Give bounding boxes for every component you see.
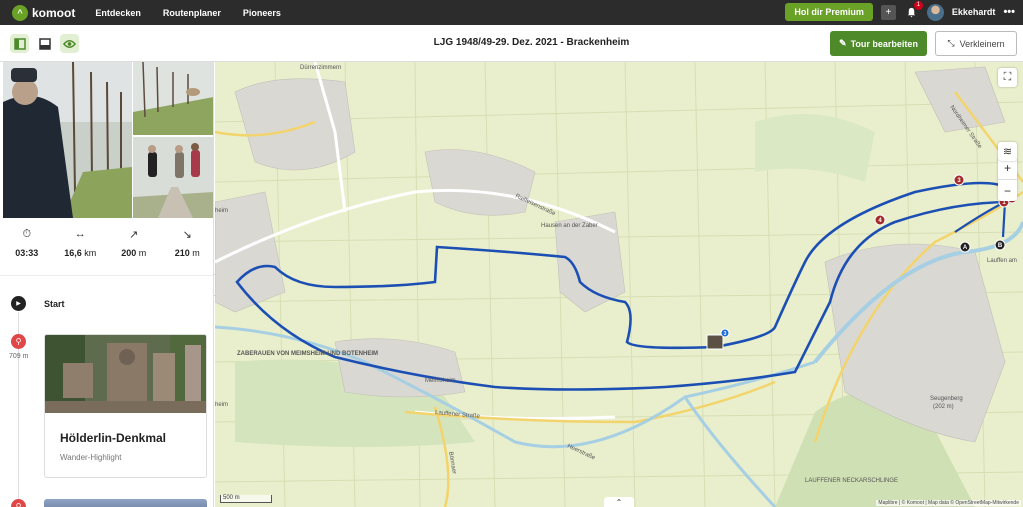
distance-unit: km: [84, 248, 97, 258]
downhill-value: 210: [174, 248, 190, 258]
collapse-arrows-icon: ⤡: [947, 38, 955, 48]
label-lauffen: Lauffen am: [987, 258, 1017, 264]
label-heim-left-2: heim: [215, 402, 228, 408]
notification-bell-icon[interactable]: 1: [904, 0, 923, 20]
downhill-arrow-icon: ↘: [182, 229, 192, 241]
tour-photo-1[interactable]: [3, 62, 132, 218]
highlight-distance: 709 m: [9, 353, 29, 360]
hiker-icon: ⚲: [11, 334, 26, 349]
layers-icon[interactable]: ≋: [998, 142, 1017, 161]
stat-duration: ⏱ 03:33: [2, 228, 52, 258]
edit-tour-button[interactable]: ✎ Tour bearbeiten: [830, 31, 927, 56]
stats-divider: [0, 275, 213, 276]
map-marker-start[interactable]: A: [963, 245, 968, 251]
label-durrenzimmern: Dürrenzimmern: [300, 65, 341, 71]
tour-photo-gallery: [0, 62, 213, 218]
label-meimsheim: Meimsheim: [425, 378, 456, 384]
highlight-title: Hölderlin-Denkmal: [60, 431, 167, 445]
shrink-label: Verkleinern: [959, 38, 1005, 49]
label-hausen: Hausen an der Zaber: [541, 223, 598, 229]
stopwatch-icon: ⏱: [22, 228, 32, 240]
fullscreen-icon[interactable]: ⛶: [998, 68, 1017, 87]
highlight-image: [45, 335, 206, 413]
highlight-subtitle: Wander-Highlight: [60, 453, 122, 462]
hiker-icon-2: ⚲: [11, 499, 26, 507]
komoot-logo-icon: ^: [12, 4, 28, 21]
highlight-card[interactable]: Hölderlin-Denkmal Wander-Highlight: [44, 334, 207, 478]
duration-value: 03:33: [15, 248, 39, 258]
label-heim-left: heim: [215, 208, 228, 214]
start-label: Start: [44, 299, 65, 309]
tour-photo-3[interactable]: [133, 137, 213, 218]
tour-map[interactable]: 3 4 1 2 A B 3 Dürrenzimmern Hausen an de…: [215, 62, 1023, 507]
main-nav: Entdecken Routenplaner Pioneers: [95, 8, 281, 18]
label-neckarschlinge: LAUFFENER NECKARSCHLINGE: [805, 478, 898, 484]
more-menu-icon[interactable]: •••: [1003, 6, 1015, 18]
pencil-icon: ✎: [839, 38, 847, 48]
map-photo-marker[interactable]: 3: [724, 331, 727, 337]
label-zaberauen: ZABERAUEN VON MEIMSHEIM UND BOTENHEIM: [237, 351, 378, 357]
brand-name: komoot: [32, 5, 76, 20]
tour-stats: ⏱ 03:33 ↔ 16,6 km ↗ 200 m ↘ 210 m: [0, 228, 213, 258]
add-icon[interactable]: +: [880, 4, 896, 20]
map-scale: 500 m: [220, 495, 272, 503]
top-navigation-bar: ^ komoot Entdecken Routenplaner Pioneers…: [0, 0, 1023, 25]
uphill-arrow-icon: ↗: [129, 229, 139, 241]
distance-arrows-icon: ↔: [74, 228, 86, 240]
tour-header: LJG 1948/49-29. Dez. 2021 - Brackenheim …: [0, 25, 1023, 62]
username[interactable]: Ekkehardt: [952, 7, 996, 17]
zoom-out-icon[interactable]: −: [998, 179, 1017, 201]
avatar[interactable]: [926, 3, 944, 21]
uphill-unit: m: [138, 248, 147, 258]
stat-downhill: ↘ 210 m: [162, 228, 212, 258]
nav-routenplaner[interactable]: Routenplaner: [163, 8, 221, 18]
tour-photo-2[interactable]: [133, 62, 213, 135]
stat-distance: ↔ 16,6 km: [55, 228, 105, 258]
expand-chevron-up-icon[interactable]: ⌃: [604, 497, 634, 507]
distance-value: 16,6: [64, 248, 82, 258]
label-seugenberg: Seugenberg: [930, 396, 963, 402]
play-start-icon: ▶: [11, 296, 26, 311]
edit-tour-label: Tour bearbeiten: [850, 38, 918, 49]
stat-uphill: ↗ 200 m: [109, 228, 159, 258]
tour-sidebar: ⏱ 03:33 ↔ 16,6 km ↗ 200 m ↘ 210 m ▶ Star…: [0, 62, 214, 507]
nav-pioneers[interactable]: Pioneers: [243, 8, 281, 18]
label-seugenberg-elevation: (202 m): [933, 404, 954, 410]
map-marker-end[interactable]: B: [998, 243, 1003, 249]
komoot-logo[interactable]: ^ komoot: [12, 4, 76, 21]
map-canvas[interactable]: 3 4 1 2 A B 3 Dürrenzimmern Hausen an de…: [215, 62, 1023, 507]
premium-button[interactable]: Hol dir Premium: [785, 3, 873, 21]
zoom-controls: + −: [998, 157, 1017, 201]
nav-entdecken[interactable]: Entdecken: [95, 8, 141, 18]
map-attribution[interactable]: Maplibre | © Komoot | Map data © OpenStr…: [876, 500, 1021, 506]
downhill-unit: m: [192, 248, 200, 258]
uphill-value: 200: [121, 248, 137, 258]
notification-badge: 1: [913, 0, 923, 10]
shrink-button[interactable]: ⤡ Verkleinern: [935, 31, 1017, 56]
highlight-card-2[interactable]: [44, 499, 207, 507]
